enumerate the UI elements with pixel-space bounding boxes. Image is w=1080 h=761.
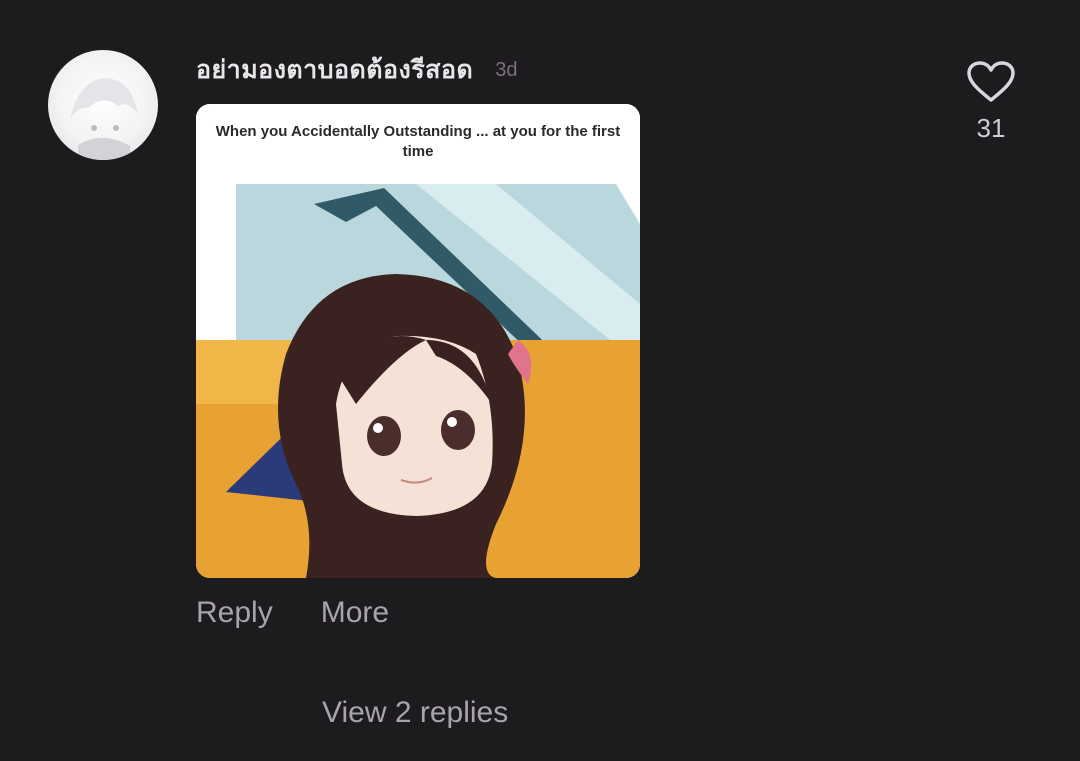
reply-button[interactable]: Reply	[196, 596, 273, 630]
heart-outline-icon[interactable]	[966, 60, 1016, 104]
view-replies-button[interactable]: View 2 replies	[322, 696, 508, 730]
more-button[interactable]: More	[321, 596, 389, 630]
username[interactable]: อย่ามองตาบอดต้องรีสอด	[196, 50, 473, 90]
avatar-image	[70, 78, 138, 160]
like-group[interactable]: 31	[962, 60, 1020, 144]
comment-actions: Reply More	[196, 596, 389, 630]
comment-header: อย่ามองตาบอดต้องรีสอด 3d	[196, 52, 517, 88]
comment-timestamp: 3d	[495, 58, 518, 81]
sticker-caption: When you Accidentally Outstanding ... at…	[215, 123, 621, 160]
avatar[interactable]	[48, 50, 158, 160]
sticker-image[interactable]: When you Accidentally Outstanding ... at…	[196, 104, 640, 578]
like-count: 31	[976, 113, 1006, 143]
sticker-illustration	[196, 104, 640, 578]
comment-item: อย่ามองตาบอดต้องรีสอด 3d When you Accide…	[0, 0, 1080, 761]
